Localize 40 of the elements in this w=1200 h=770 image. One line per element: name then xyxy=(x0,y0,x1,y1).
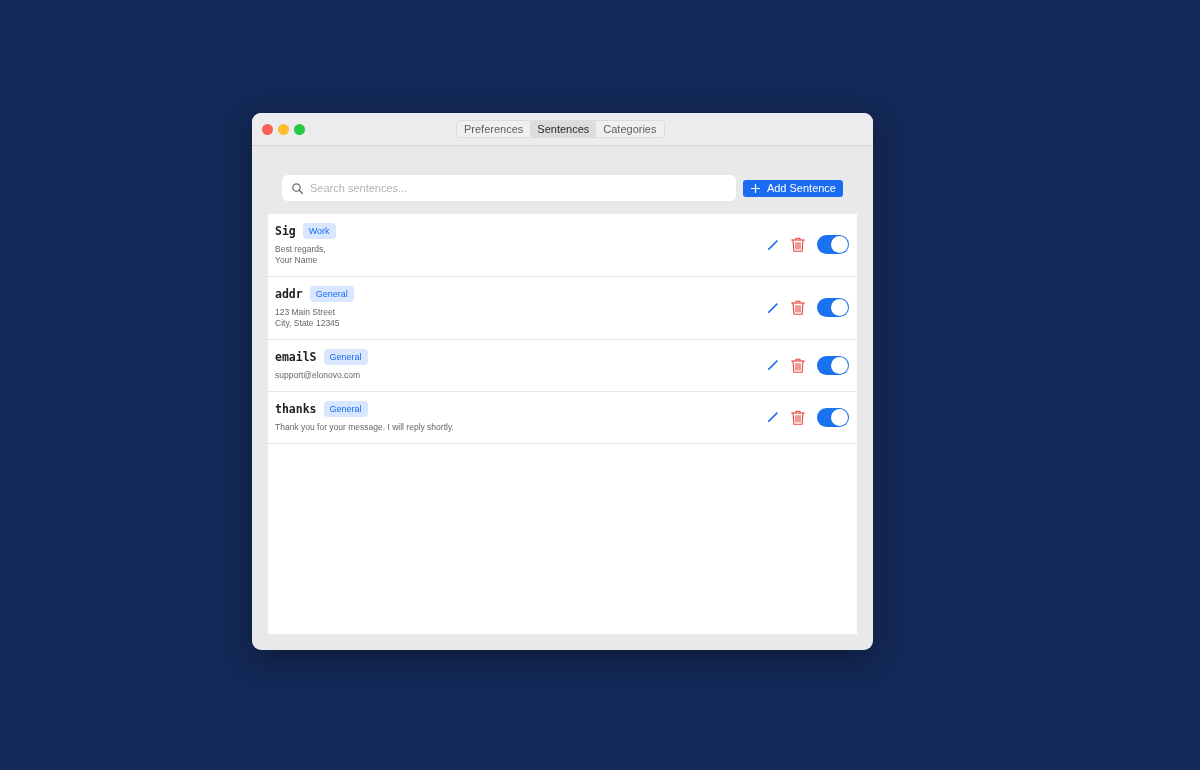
trash-icon xyxy=(791,237,805,252)
delete-button[interactable] xyxy=(791,409,805,425)
edit-button[interactable] xyxy=(767,301,779,314)
delete-button[interactable] xyxy=(791,237,805,252)
enable-toggle[interactable] xyxy=(817,355,849,375)
search-field[interactable]: Search sentences... xyxy=(282,175,736,201)
edit-button[interactable] xyxy=(767,238,779,251)
sentence-text: 123 Main Street City, State 12345 xyxy=(275,307,340,329)
category-tag: General xyxy=(309,286,354,302)
sentence-shortcut: Sig xyxy=(275,224,296,238)
trash-icon xyxy=(791,409,805,425)
enable-toggle[interactable] xyxy=(817,235,849,254)
sentence-text: Best regards, Your Name xyxy=(275,244,326,266)
plus-icon xyxy=(750,183,760,193)
delete-button[interactable] xyxy=(791,300,805,315)
trash-icon xyxy=(791,300,805,315)
edit-button[interactable] xyxy=(767,411,779,423)
sentence-shortcut: addr xyxy=(275,287,303,301)
search-icon xyxy=(292,183,303,194)
category-tag: General xyxy=(323,401,368,417)
sentence-shortcut: emailS xyxy=(275,350,317,364)
sentence-text: support@elonovo.com xyxy=(275,370,361,381)
close-button[interactable] xyxy=(262,123,273,135)
add-sentence-button[interactable]: Add Sentence xyxy=(742,179,843,197)
pencil-icon xyxy=(767,301,779,314)
enable-toggle[interactable] xyxy=(817,298,849,317)
sentence-text: Thank you for your message. I will reply shortly. xyxy=(275,422,454,433)
sentence-shortcut: thanks xyxy=(275,402,317,416)
pencil-icon xyxy=(767,359,779,371)
pencil-icon xyxy=(767,238,779,251)
category-tag: General xyxy=(323,349,368,365)
delete-button[interactable] xyxy=(791,357,805,373)
enable-toggle[interactable] xyxy=(817,407,849,427)
tab[interactable]: Preferences xyxy=(457,121,531,137)
edit-button[interactable] xyxy=(767,359,779,371)
trash-icon xyxy=(791,357,805,373)
category-tag: Work xyxy=(302,223,336,239)
tab[interactable]: Categories xyxy=(596,121,664,137)
tab[interactable]: Sentences xyxy=(530,121,597,137)
pencil-icon xyxy=(767,411,779,423)
